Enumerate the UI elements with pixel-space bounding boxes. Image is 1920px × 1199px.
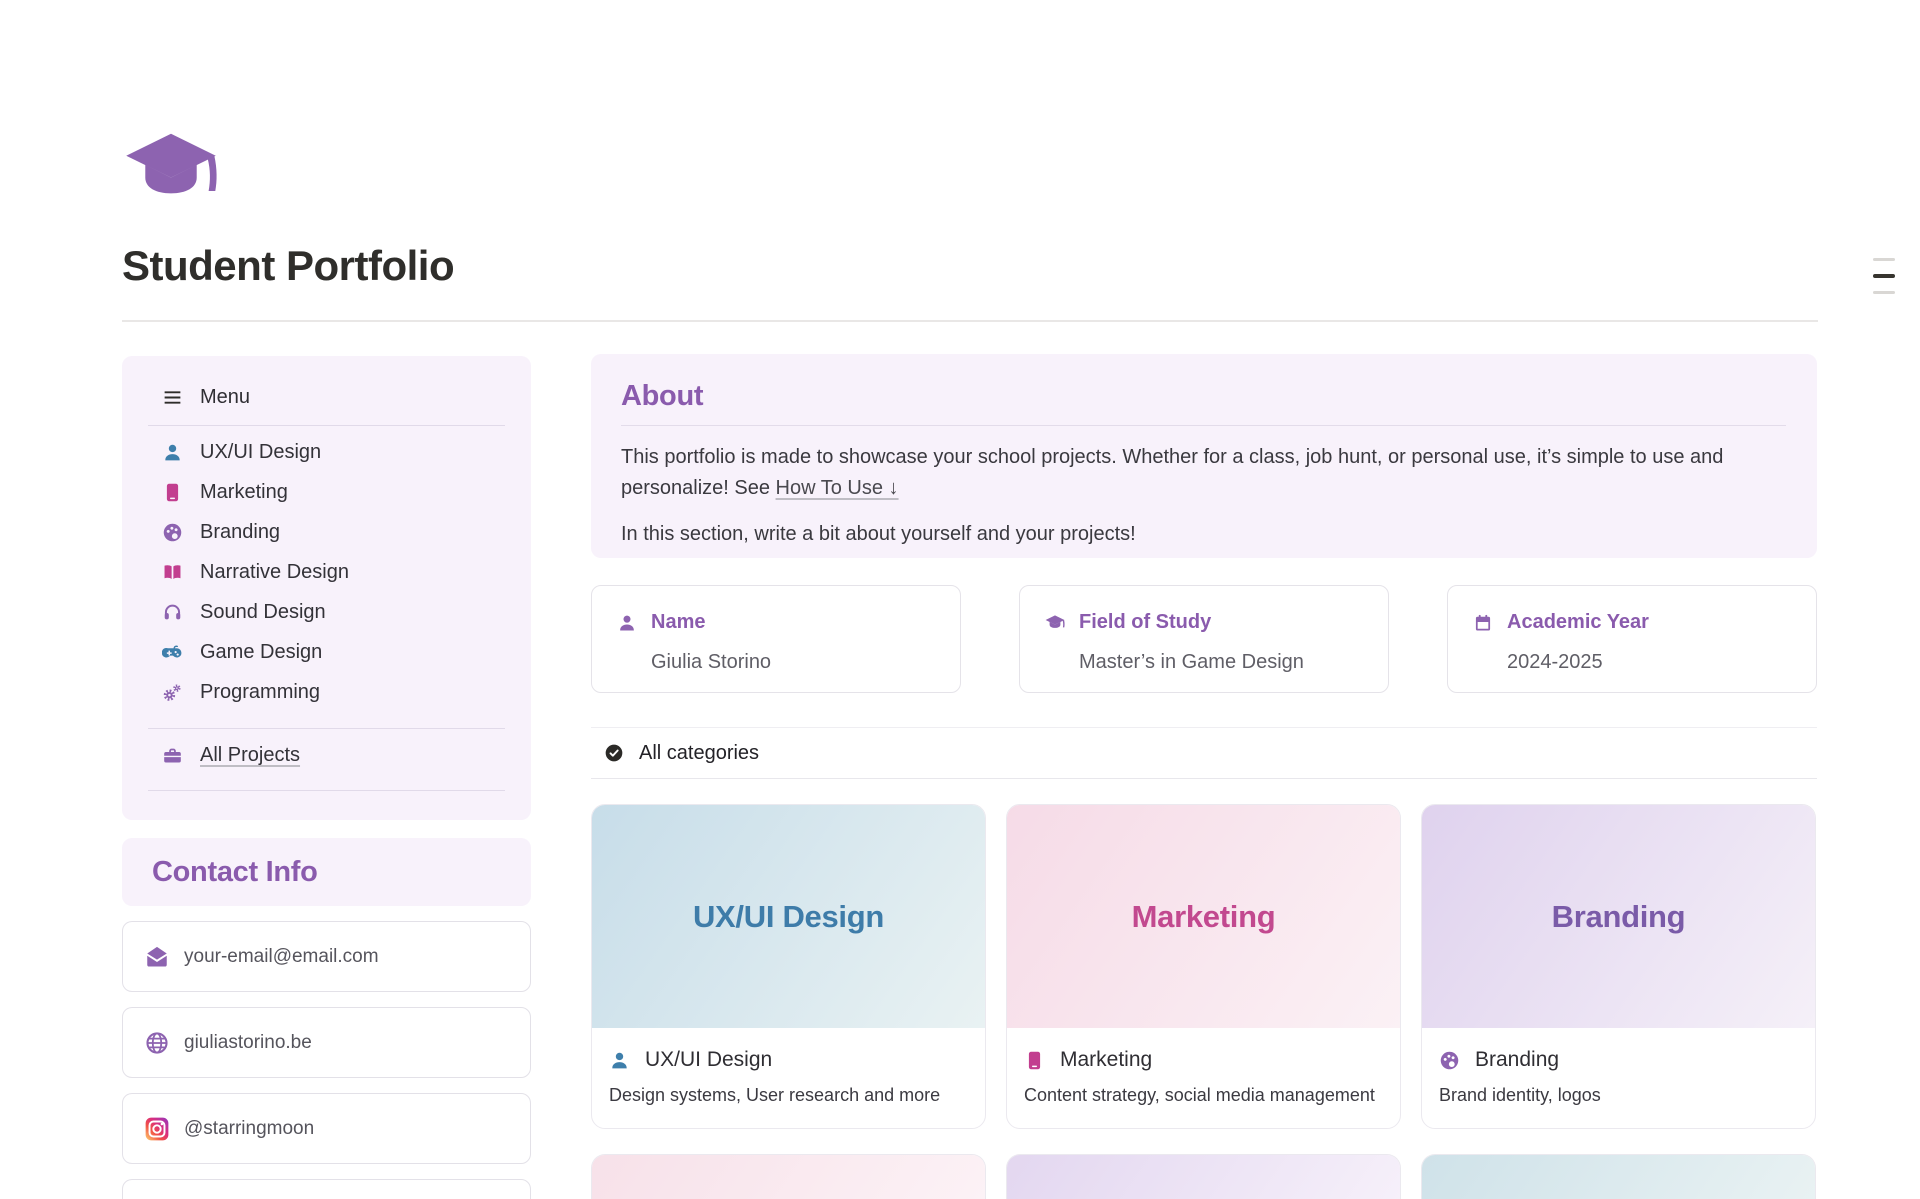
headphones-icon: [162, 602, 183, 623]
about-heading: About: [621, 380, 1786, 413]
instagram-icon: [144, 1116, 170, 1142]
academic-year-label: Academic Year: [1507, 611, 1649, 634]
profile-info-row: Name Giulia Storino Field of Study Maste…: [591, 585, 1817, 693]
category-filter-label: All categories: [639, 742, 759, 765]
toc-line[interactable]: [1873, 258, 1895, 261]
sidebar-item-all-projects[interactable]: All Projects: [162, 735, 505, 775]
graduation-cap-icon: [1045, 613, 1065, 633]
category-banner-title: UX/UI Design: [693, 899, 884, 935]
palette-icon: [162, 522, 183, 543]
contact-website-link[interactable]: giuliastorino.be: [122, 1007, 531, 1078]
briefcase-icon: [162, 745, 183, 766]
divider: [148, 425, 505, 426]
divider: [148, 728, 505, 729]
sidebar-item-marketing[interactable]: Marketing: [162, 472, 505, 512]
about-paragraph-2: In this section, write a bit about yours…: [621, 519, 1786, 550]
sidebar-item-game-design[interactable]: Game Design: [162, 632, 505, 672]
category-nav: UX/UI Design Marketing Branding Narrativ…: [162, 432, 505, 712]
palette-icon: [1439, 1050, 1460, 1071]
graduation-cap-icon: [122, 130, 220, 210]
category-cards-row-2: [591, 1154, 1817, 1199]
category-card-marketing[interactable]: Marketing Marketing Content strategy, so…: [1006, 804, 1401, 1129]
field-of-study-value: Master’s in Game Design: [1079, 651, 1388, 674]
sidebar-item-branding[interactable]: Branding: [162, 512, 505, 552]
table-of-contents-indicator[interactable]: [1873, 258, 1895, 294]
about-paragraph-1: This portfolio is made to showcase your …: [621, 442, 1786, 504]
gamepad-icon: [162, 642, 183, 663]
email-icon: [144, 944, 170, 970]
field-of-study-card: Field of Study Master’s in Game Design: [1019, 585, 1389, 693]
name-value: Giulia Storino: [651, 651, 960, 674]
student-portfolio-page: in Student Portfolio Menu: [0, 0, 1920, 1199]
field-of-study-label: Field of Study: [1079, 611, 1211, 634]
menu-card: Menu UX/UI Design Marketing Branding: [122, 356, 531, 820]
page-header: Student Portfolio: [0, 0, 1920, 322]
smartphone-icon: [162, 482, 183, 503]
about-section: About This portfolio is made to showcase…: [591, 354, 1817, 558]
category-description: Content strategy, social media managemen…: [1024, 1085, 1378, 1106]
gears-icon: [162, 682, 183, 703]
user-icon: [617, 613, 637, 633]
category-banner: Marketing: [1007, 805, 1400, 1028]
globe-icon: [144, 1030, 170, 1056]
name-card: Name Giulia Storino: [591, 585, 961, 693]
category-card-branding[interactable]: Branding Branding Brand identity, logos: [1421, 804, 1816, 1129]
how-to-use-link[interactable]: How To Use ↓: [776, 477, 899, 499]
sidebar-item-narrative-design[interactable]: Narrative Design: [162, 552, 505, 592]
page-title: Student Portfolio: [122, 242, 1818, 290]
smartphone-icon: [1024, 1050, 1045, 1071]
open-book-icon: [162, 562, 183, 583]
name-label: Name: [651, 611, 705, 634]
sidebar-item-programming[interactable]: Programming: [162, 672, 505, 712]
category-card-partial-1[interactable]: [591, 1154, 986, 1199]
contact-linkedin-link[interactable]: Giulia Storino: [122, 1179, 531, 1199]
sidebar-item-sound-design[interactable]: Sound Design: [162, 592, 505, 632]
category-name: Branding: [1475, 1048, 1559, 1072]
user-icon: [609, 1050, 630, 1071]
calendar-icon: [1473, 613, 1493, 633]
academic-year-card: Academic Year 2024-2025: [1447, 585, 1817, 693]
category-banner-title: Marketing: [1132, 899, 1276, 935]
category-banner: Branding: [1422, 805, 1815, 1028]
sidebar-item-uxui-design[interactable]: UX/UI Design: [162, 432, 505, 472]
category-card-partial-3[interactable]: [1421, 1154, 1816, 1199]
hamburger-icon: [162, 387, 183, 408]
toc-line[interactable]: [1873, 291, 1895, 294]
contact-email-link[interactable]: your-email@email.com: [122, 921, 531, 992]
category-filter[interactable]: All categories: [591, 727, 1817, 779]
main-content: About This portfolio is made to showcase…: [591, 322, 1817, 1199]
divider: [148, 790, 505, 791]
menu-toggle[interactable]: Menu: [162, 382, 505, 412]
contact-info-heading: Contact Info: [152, 856, 318, 889]
category-description: Brand identity, logos: [1439, 1085, 1793, 1106]
toc-line-active[interactable]: [1873, 274, 1895, 278]
category-name: Marketing: [1060, 1048, 1152, 1072]
category-cards-row: UX/UI Design UX/UI Design Design systems…: [591, 804, 1817, 1129]
category-card-uxui-design[interactable]: UX/UI Design UX/UI Design Design systems…: [591, 804, 986, 1129]
category-banner: [592, 1155, 985, 1199]
check-circle-icon: [604, 743, 624, 763]
user-icon: [162, 442, 183, 463]
category-name: UX/UI Design: [645, 1048, 772, 1072]
sidebar: Menu UX/UI Design Marketing Branding: [122, 322, 531, 1199]
divider: [621, 425, 1786, 426]
category-card-partial-2[interactable]: [1006, 1154, 1401, 1199]
contact-instagram-link[interactable]: @starringmoon: [122, 1093, 531, 1164]
contact-info-section: Contact Info: [122, 838, 531, 906]
category-banner: [1007, 1155, 1400, 1199]
category-banner: UX/UI Design: [592, 805, 985, 1028]
category-banner-title: Branding: [1552, 899, 1686, 935]
category-banner: [1422, 1155, 1815, 1199]
category-description: Design systems, User research and more: [609, 1085, 963, 1106]
menu-label: Menu: [200, 386, 250, 409]
academic-year-value: 2024-2025: [1507, 651, 1816, 674]
